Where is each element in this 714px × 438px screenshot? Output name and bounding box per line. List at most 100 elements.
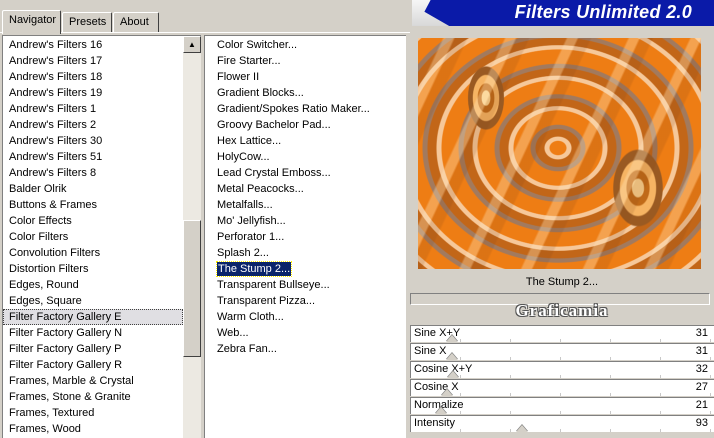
slider-row[interactable]: Cosine X+Y 32 [410, 361, 714, 378]
filter-item[interactable]: Groovy Bachelor Pad... [205, 117, 405, 133]
filter-item-label: Warm Cloth... [217, 311, 284, 323]
tab-presets[interactable]: Presets [62, 12, 112, 32]
category-item[interactable]: Distortion Filters [3, 261, 183, 277]
filter-item-label: Transparent Bullseye... [217, 279, 330, 291]
filter-item[interactable]: Perforator 1... [205, 229, 405, 245]
slider-row[interactable]: Sine X 31 [410, 343, 714, 360]
slider-label: Intensity [414, 417, 455, 429]
filter-item-label: Lead Crystal Emboss... [217, 167, 331, 179]
filter-item[interactable]: Transparent Pizza... [205, 293, 405, 309]
slider-row[interactable]: Normalize 21 [410, 397, 714, 414]
filter-item[interactable]: Hex Lattice... [205, 133, 405, 149]
category-item[interactable]: Andrew's Filters 8 [3, 165, 183, 181]
filter-item[interactable]: Fire Starter... [205, 53, 405, 69]
slider-label: Cosine X+Y [414, 363, 473, 375]
slider-track[interactable] [411, 416, 714, 432]
category-item[interactable]: Filter Factory Gallery R [3, 357, 183, 373]
filter-item[interactable]: Metalfalls... [205, 197, 405, 213]
filter-item-label: The Stump 2... [215, 261, 293, 277]
filter-item[interactable]: Flower II [205, 69, 405, 85]
category-item[interactable]: Filter Factory Gallery P [3, 341, 183, 357]
category-item[interactable]: Andrew's Filters 51 [3, 149, 183, 165]
filter-item[interactable]: Metal Peacocks... [205, 181, 405, 197]
filter-item[interactable]: Zebra Fan... [205, 341, 405, 357]
category-item[interactable]: Filter Factory Gallery N [3, 325, 183, 341]
category-item[interactable]: Andrew's Filters 1 [3, 101, 183, 117]
filter-item[interactable]: Transparent Bullseye... [205, 277, 405, 293]
category-item[interactable]: Andrew's Filters 18 [3, 69, 183, 85]
watermark-logo: Graficamia [515, 301, 609, 320]
tab-divider [0, 32, 410, 33]
slider-thumb[interactable] [447, 371, 459, 378]
app-title: Filters Unlimited 2.0 [514, 2, 692, 22]
filter-item-label: Mo' Jellyfish... [217, 215, 286, 227]
scroll-up-button[interactable]: ▲ [183, 36, 201, 53]
preview-frame [410, 35, 714, 270]
filter-item-label: Metalfalls... [217, 199, 273, 211]
category-list-panel: Andrew's Filters 16 Andrew's Filters 17 An… [2, 35, 201, 438]
filter-item-label: Gradient/Spokes Ratio Maker... [217, 103, 370, 115]
category-item[interactable]: Frames, Stone & Granite [3, 389, 183, 405]
category-item[interactable]: Color Effects [3, 213, 183, 229]
filter-list: Color Switcher... Fire Starter... Flower I… [205, 37, 405, 357]
filter-item-label: Flower II [217, 71, 260, 83]
category-item[interactable]: Frames, Wood [3, 421, 183, 437]
slider-thumb[interactable] [446, 353, 458, 360]
filter-item[interactable]: HolyCow... [205, 149, 405, 165]
category-item[interactable]: Color Filters [3, 229, 183, 245]
filter-item-label: Fire Starter... [217, 55, 281, 67]
category-scrollbar[interactable]: ▲ [183, 36, 201, 438]
category-item[interactable]: Frames, Textured [3, 405, 183, 421]
slider-thumb[interactable] [446, 335, 458, 342]
preview-image [418, 38, 701, 269]
slider-thumb[interactable] [516, 425, 528, 432]
filter-item-label: Zebra Fan... [217, 343, 277, 355]
slider-value: 31 [695, 327, 708, 339]
filter-item-label: Transparent Pizza... [217, 295, 316, 307]
filter-item-label: Web... [217, 327, 249, 339]
preview-filter-name: The Stump 2... [525, 276, 599, 288]
category-item[interactable]: Edges, Square [3, 293, 183, 309]
slider-row[interactable]: Cosine X 27 [410, 379, 714, 396]
category-item[interactable]: Filter Factory Gallery E [3, 309, 183, 325]
tab-bar: Navigator Presets About [0, 0, 410, 34]
filter-item[interactable]: The Stump 2... [205, 261, 405, 277]
filter-item[interactable]: Web... [205, 325, 405, 341]
slider-thumb[interactable] [441, 389, 453, 396]
filter-item-label: Gradient Blocks... [217, 87, 304, 99]
filter-item[interactable]: Mo' Jellyfish... [205, 213, 405, 229]
filter-item-label: HolyCow... [217, 151, 270, 163]
category-item[interactable]: Buttons & Frames [3, 197, 183, 213]
category-item[interactable]: Frames, Marble & Crystal [3, 373, 183, 389]
category-item[interactable]: Balder Olrik [3, 181, 183, 197]
scroll-thumb[interactable] [183, 220, 201, 357]
category-list: Andrew's Filters 16 Andrew's Filters 17 An… [3, 37, 183, 437]
slider-value: 93 [695, 417, 708, 429]
tab-about[interactable]: About [113, 12, 159, 32]
category-item[interactable]: Andrew's Filters 30 [3, 133, 183, 149]
tab-navigator[interactable]: Navigator [2, 10, 61, 34]
slider-value: 32 [695, 363, 708, 375]
filter-item[interactable]: Gradient Blocks... [205, 85, 405, 101]
filter-item[interactable]: Lead Crystal Emboss... [205, 165, 405, 181]
filter-item-label: Splash 2... [217, 247, 269, 259]
slider-row[interactable]: Intensity 93 [410, 415, 714, 432]
filter-item-label: Metal Peacocks... [217, 183, 304, 195]
category-item[interactable]: Andrew's Filters 19 [3, 85, 183, 101]
filter-item-label: Perforator 1... [217, 231, 285, 243]
category-item[interactable]: Convolution Filters [3, 245, 183, 261]
slider-row[interactable]: Sine X+Y 31 [410, 325, 714, 342]
slider-value: 27 [695, 381, 708, 393]
filter-item[interactable]: Splash 2... [205, 245, 405, 261]
slider-thumb[interactable] [435, 407, 447, 414]
category-item[interactable]: Andrew's Filters 2 [3, 117, 183, 133]
category-item[interactable]: Andrew's Filters 16 [3, 37, 183, 53]
category-item[interactable]: Andrew's Filters 17 [3, 53, 183, 69]
category-item[interactable]: Edges, Round [3, 277, 183, 293]
parameter-sliders: Sine X+Y 31 Sine X 31 Cosine X+Y 32 Cosine X 27… [410, 325, 714, 433]
filter-list-panel: Color Switcher... Fire Starter... Flower I… [204, 35, 406, 438]
filter-item[interactable]: Color Switcher... [205, 37, 405, 53]
filter-item[interactable]: Warm Cloth... [205, 309, 405, 325]
filter-item-label: Color Switcher... [217, 39, 298, 51]
filter-item[interactable]: Gradient/Spokes Ratio Maker... [205, 101, 405, 117]
